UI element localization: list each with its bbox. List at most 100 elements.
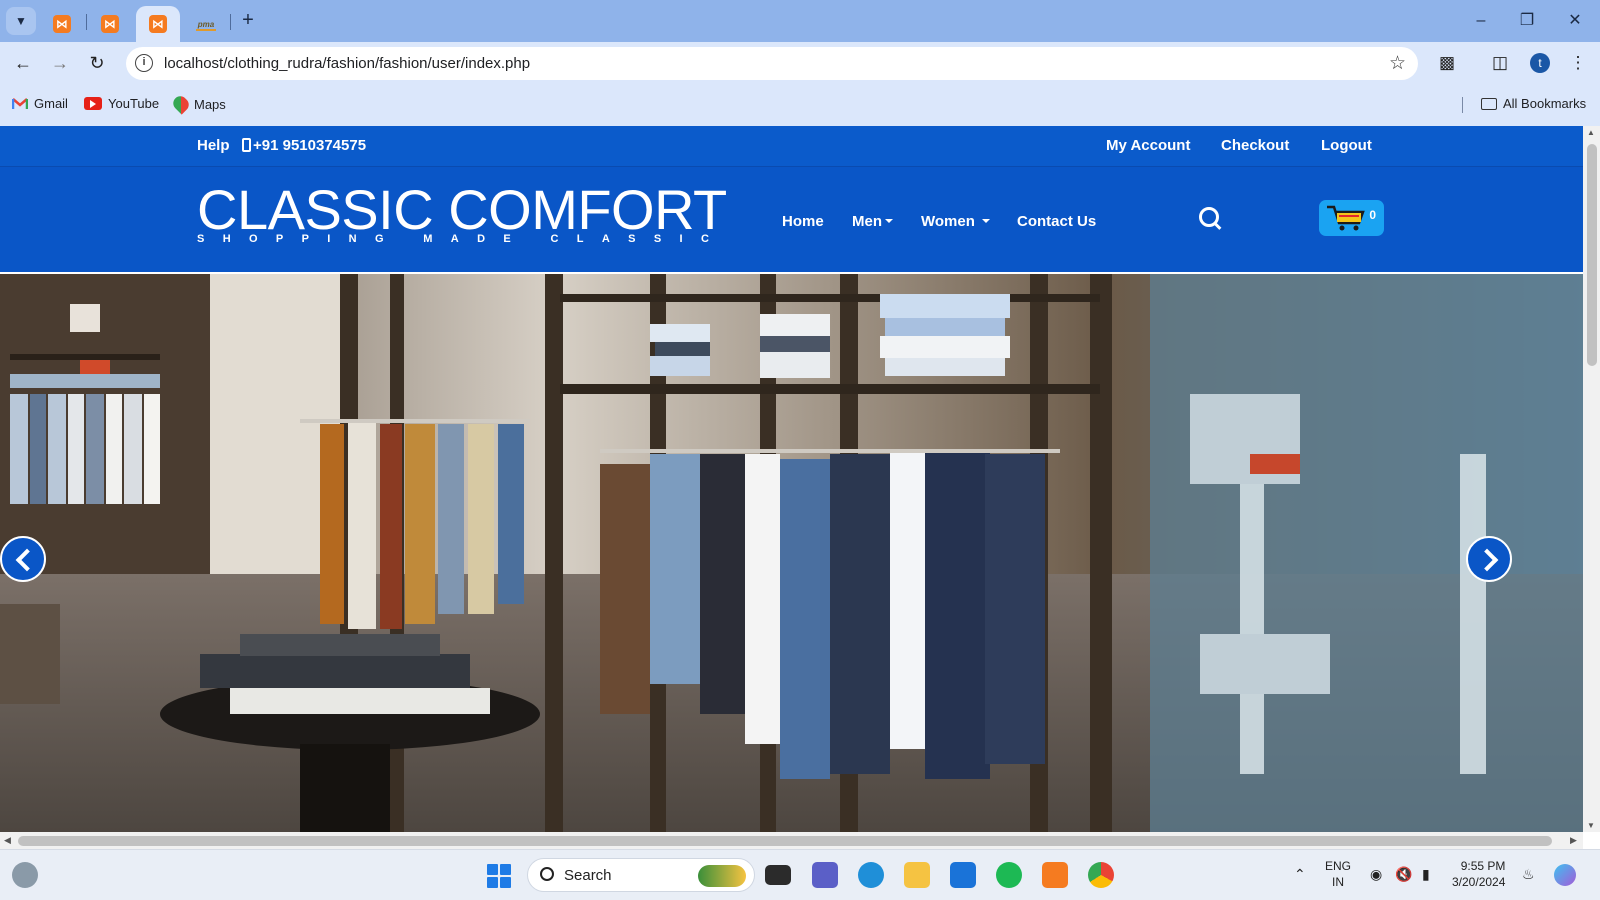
- weather-widget-icon[interactable]: [12, 862, 38, 888]
- cart-button[interactable]: 0: [1319, 200, 1384, 236]
- chevron-up-icon[interactable]: ⌃: [1294, 866, 1306, 883]
- address-url[interactable]: localhost/clothing_rudra/fashion/fashion…: [164, 55, 530, 72]
- search-icon[interactable]: [1199, 207, 1221, 229]
- windows-taskbar: Search ⌃ ENG IN ◉ 🔇 ▮ 9:55 PM 3/20/2024 …: [0, 849, 1600, 900]
- notification-bell-icon[interactable]: ♨: [1522, 866, 1535, 883]
- tagline-letter: A: [601, 233, 610, 245]
- site-logo[interactable]: CLASSIC COMFORT: [197, 182, 727, 238]
- phone-number: +91 9510374575: [242, 137, 366, 154]
- task-view-icon[interactable]: [765, 865, 791, 885]
- tagline-letter: I: [327, 233, 331, 245]
- back-arrow-icon[interactable]: ←: [10, 50, 36, 76]
- taskbar-search-label: Search: [564, 867, 612, 884]
- language-indicator[interactable]: ENG IN: [1325, 858, 1351, 890]
- scroll-up-icon[interactable]: ▲: [1587, 128, 1595, 137]
- tagline-letter: C: [700, 233, 709, 245]
- tab-search-chevron-icon[interactable]: ▼: [6, 7, 36, 35]
- nav-men[interactable]: Men: [852, 213, 893, 230]
- scroll-down-icon[interactable]: ▼: [1587, 821, 1595, 830]
- nav-contact[interactable]: Contact Us: [1017, 213, 1096, 230]
- vertical-scrollbar[interactable]: ▲ ▼: [1583, 126, 1600, 832]
- tagline-letter: S: [653, 233, 662, 245]
- volume-muted-icon[interactable]: 🔇: [1395, 866, 1412, 883]
- carousel-next-button[interactable]: [1466, 536, 1512, 582]
- teams-icon[interactable]: [812, 862, 838, 888]
- bookmark-star-icon[interactable]: ☆: [1389, 52, 1406, 75]
- horizontal-scrollbar[interactable]: ◀ ▶: [0, 832, 1583, 849]
- nav-women[interactable]: Women: [921, 213, 991, 230]
- vertical-scroll-thumb[interactable]: [1587, 144, 1597, 366]
- help-link[interactable]: Help: [197, 137, 230, 154]
- horizontal-scroll-thumb[interactable]: [18, 836, 1552, 846]
- tagline-letter: P: [301, 233, 309, 245]
- bookmark-maps[interactable]: Maps: [170, 93, 226, 115]
- browser-menu-icon[interactable]: ⋮: [1566, 51, 1590, 75]
- close-window-button[interactable]: ✕: [1560, 8, 1590, 34]
- website-viewport: Help +91 9510374575 My Account Checkout …: [0, 126, 1583, 832]
- browser-tab-active[interactable]: ⋈: [136, 6, 180, 42]
- tagline-letter: N: [348, 233, 357, 245]
- profile-avatar[interactable]: t: [1530, 53, 1550, 73]
- mail-icon[interactable]: [950, 862, 976, 888]
- phone-icon: [242, 138, 251, 152]
- spotify-icon[interactable]: [996, 862, 1022, 888]
- site-tagline: SHOPPING MADE CLASSIC: [197, 233, 709, 245]
- taskbar-search[interactable]: Search: [527, 858, 755, 892]
- side-panel-icon[interactable]: ◫: [1488, 51, 1512, 75]
- extensions-icon[interactable]: ▩: [1435, 51, 1459, 75]
- checkout-link[interactable]: Checkout: [1221, 137, 1289, 154]
- tagline-letter: [402, 233, 405, 245]
- browser-tab-phpmyadmin[interactable]: pma: [184, 6, 228, 42]
- minimize-button[interactable]: –: [1466, 8, 1496, 34]
- browser-tab-2[interactable]: ⋈: [88, 6, 132, 42]
- xampp-icon: ⋈: [53, 15, 71, 33]
- site-main-nav: CLASSIC COMFORT S H O P P I N G M A D E C L A S S I C Ho…: [0, 166, 1583, 272]
- windows-start-icon[interactable]: [487, 864, 511, 888]
- tagline-letter: D: [477, 233, 486, 245]
- chrome-icon[interactable]: [1088, 862, 1114, 888]
- forward-arrow-icon[interactable]: →: [47, 50, 73, 76]
- search-highlight-icon: [698, 865, 746, 887]
- tab-separator: [86, 14, 87, 30]
- file-explorer-icon[interactable]: [904, 862, 930, 888]
- bookmark-label: Gmail: [34, 96, 68, 111]
- tagline-letter: G: [374, 233, 384, 245]
- tagline-letter: O: [248, 233, 258, 245]
- restore-button[interactable]: ❐: [1512, 8, 1542, 34]
- edge-icon[interactable]: [858, 862, 884, 888]
- reload-icon[interactable]: ↻: [84, 50, 110, 76]
- carousel-prev-button[interactable]: [0, 536, 46, 582]
- xampp-icon: ⋈: [101, 15, 119, 33]
- tagline-letter: L: [576, 233, 584, 245]
- bookmark-youtube[interactable]: YouTube: [84, 96, 159, 111]
- tagline-letter: A: [450, 233, 459, 245]
- battery-icon[interactable]: ▮: [1422, 866, 1430, 883]
- site-info-icon[interactable]: i: [135, 54, 153, 72]
- address-bar[interactable]: i localhost/clothing_rudra/fashion/fashi…: [126, 47, 1418, 80]
- search-icon: [540, 867, 554, 881]
- copilot-icon[interactable]: [1554, 864, 1576, 886]
- bookmarks-divider: [1462, 97, 1463, 113]
- tagline-letter: P: [275, 233, 284, 245]
- bookmark-label: Maps: [194, 96, 226, 112]
- all-bookmarks-button[interactable]: All Bookmarks: [1481, 96, 1586, 111]
- xampp-icon[interactable]: [1042, 862, 1068, 888]
- language-code: ENG: [1325, 859, 1352, 873]
- cart-count: 0: [1369, 208, 1376, 222]
- bookmark-gmail[interactable]: Gmail: [12, 96, 68, 111]
- hero-carousel: [0, 274, 1583, 832]
- tab-separator: [230, 14, 231, 30]
- browser-tab-1[interactable]: ⋈: [40, 6, 84, 42]
- logout-link[interactable]: Logout: [1321, 137, 1372, 154]
- network-icon[interactable]: ◉: [1370, 866, 1382, 883]
- clock[interactable]: 9:55 PM 3/20/2024: [1452, 858, 1505, 890]
- clock-date: 3/20/2024: [1452, 875, 1506, 889]
- tagline-letter: S: [197, 233, 205, 245]
- tagline-letter: E: [503, 233, 511, 245]
- new-tab-button[interactable]: +: [237, 9, 259, 31]
- folder-icon: [1481, 97, 1497, 110]
- nav-home[interactable]: Home: [782, 213, 824, 230]
- scroll-right-icon[interactable]: ▶: [1570, 835, 1577, 846]
- scroll-left-icon[interactable]: ◀: [4, 835, 11, 846]
- my-account-link[interactable]: My Account: [1106, 137, 1190, 154]
